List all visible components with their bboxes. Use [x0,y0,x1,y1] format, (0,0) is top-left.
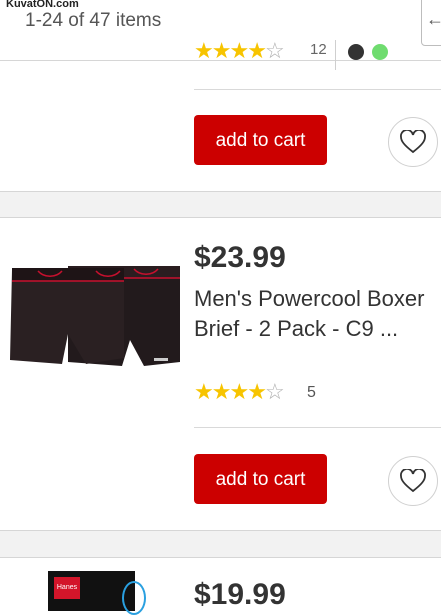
star-icon: ★ [247,38,267,63]
star-icon: ★ [194,38,214,63]
product-price: $23.99 [194,241,286,274]
card-separator [0,191,441,218]
product-image[interactable] [4,262,184,374]
divider [194,427,441,428]
rating-stars: ★★★★☆ [194,379,285,404]
sort-button[interactable]: ← [421,0,441,46]
card-separator [0,530,441,558]
add-to-cart-button[interactable]: add to cart [194,454,327,504]
rating-count: 5 [307,384,316,401]
star-icon: ★ [229,38,249,63]
star-empty-icon: ☆ [264,38,285,63]
heart-outline-icon [400,130,426,154]
star-icon: ★ [211,38,232,63]
image-detail [122,581,146,615]
divider [194,89,441,90]
product-image[interactable]: Hanes [48,571,146,615]
color-swatch[interactable] [372,44,388,60]
star-empty-icon: ☆ [264,379,285,404]
star-icon: ★ [229,379,249,404]
product-title[interactable]: Men's Powercool Boxer Brief - 2 Pack - C… [194,284,434,344]
product-price: $19.99 [194,578,286,611]
divider [335,40,336,70]
color-swatch[interactable] [348,44,364,60]
rating-stars: ★★★★☆ [194,38,285,63]
boxer-brief-image [10,266,180,366]
add-to-cart-button[interactable]: add to cart [194,115,327,165]
heart-outline-icon [400,469,426,493]
rating-count: 12 [310,41,327,58]
star-icon: ★ [211,379,232,404]
favorite-button[interactable] [388,117,438,167]
brand-logo: Hanes [54,577,80,599]
item-count: 1-24 of 47 items [25,10,162,31]
watermark: KuvatON.com [4,0,81,10]
favorite-button[interactable] [388,456,438,506]
star-icon: ★ [247,379,267,404]
chevron-icon: ← [426,9,441,29]
star-icon: ★ [194,379,214,404]
